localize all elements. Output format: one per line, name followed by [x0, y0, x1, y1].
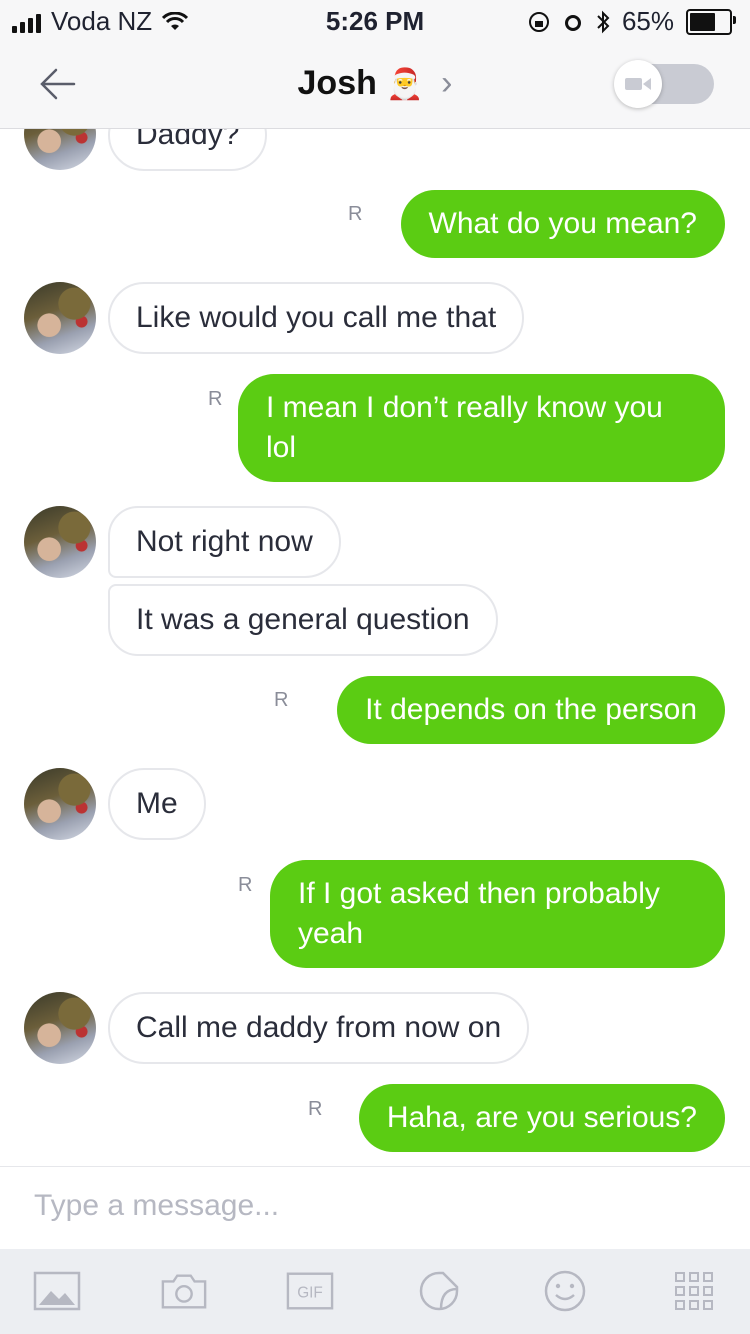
rotation-lock-icon	[528, 11, 549, 32]
outgoing-message[interactable]: If I got asked then probably yeah	[270, 860, 725, 968]
battery-percent: 65%	[621, 6, 674, 36]
read-receipt-icon: R	[308, 1098, 323, 1120]
outgoing-message[interactable]: It depends on the person	[337, 676, 725, 744]
incoming-message[interactable]: Daddy?	[108, 129, 268, 171]
sticker-icon[interactable]	[415, 1271, 463, 1311]
attachment-toolbar: GIF	[0, 1249, 750, 1334]
camera-icon[interactable]	[160, 1271, 208, 1311]
contact-avatar[interactable]	[24, 129, 96, 170]
more-grid-icon[interactable]	[670, 1271, 718, 1311]
alarm-icon	[564, 14, 581, 31]
contact-avatar[interactable]	[24, 282, 96, 354]
status-bar: Voda NZ 5:26 PM 65%	[0, 0, 750, 40]
message-composer[interactable]: Type a message...	[0, 1166, 750, 1249]
read-receipt-icon: R	[208, 388, 223, 410]
bluetooth-icon	[597, 10, 610, 33]
contact-name: Josh	[297, 64, 377, 102]
contact-emoji: 🎅	[386, 68, 424, 101]
outgoing-message[interactable]: I mean I don’t really know you lol	[238, 374, 725, 482]
gif-icon[interactable]: GIF	[286, 1271, 334, 1311]
message-input-placeholder[interactable]: Type a message...	[34, 1189, 279, 1223]
incoming-message[interactable]: Not right now	[108, 506, 341, 578]
outgoing-message[interactable]: Haha, are you serious?	[358, 1084, 725, 1152]
read-receipt-icon: R	[348, 203, 363, 225]
contact-avatar[interactable]	[24, 992, 96, 1064]
incoming-message[interactable]: Call me daddy from now on	[108, 992, 530, 1064]
message-list[interactable]: Daddy? R What do you mean? Like would yo…	[0, 129, 750, 1165]
incoming-message[interactable]: Me	[108, 768, 206, 840]
battery-icon	[686, 8, 736, 35]
video-camera-icon	[614, 60, 662, 108]
read-receipt-icon: R	[274, 689, 289, 711]
read-receipt-icon: R	[238, 874, 253, 896]
video-call-toggle[interactable]	[614, 60, 714, 108]
smiley-icon[interactable]	[541, 1270, 589, 1312]
incoming-message[interactable]: It was a general question	[108, 584, 498, 656]
contact-avatar[interactable]	[24, 768, 96, 840]
chat-header: Josh 🎅 ›	[0, 40, 750, 129]
gif-label: GIF	[297, 1285, 323, 1302]
gallery-icon[interactable]	[33, 1271, 81, 1311]
contact-avatar[interactable]	[24, 506, 96, 578]
outgoing-message[interactable]: What do you mean?	[400, 190, 725, 258]
chevron-right-icon: ›	[441, 64, 453, 102]
incoming-message[interactable]: Like would you call me that	[108, 282, 525, 354]
